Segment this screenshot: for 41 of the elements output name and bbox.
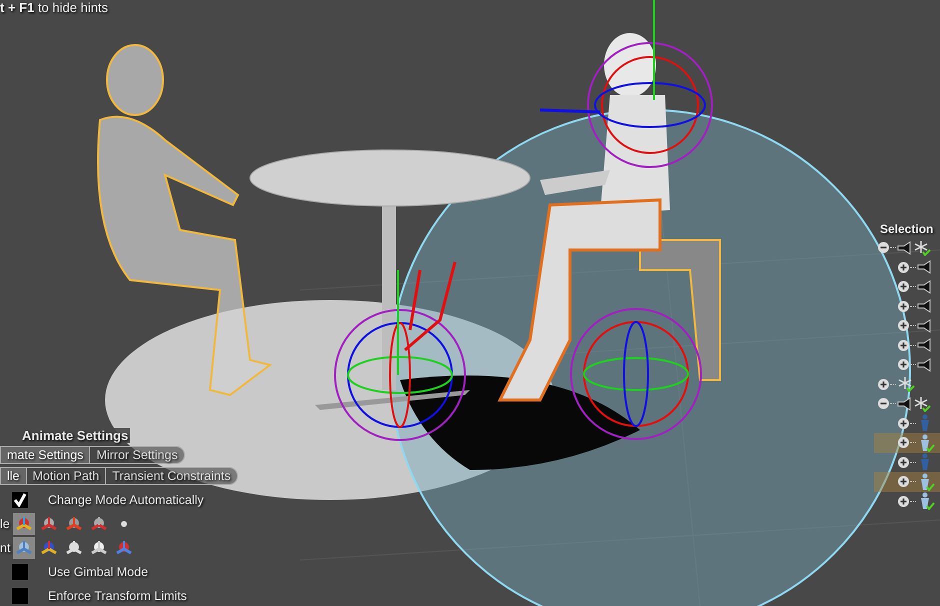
- option-label: Change Mode Automatically: [48, 493, 204, 507]
- expand-icon[interactable]: [898, 476, 909, 488]
- option-label: Enforce Transform Limits: [48, 589, 187, 603]
- expand-icon[interactable]: [898, 300, 909, 312]
- star-check-icon: [913, 240, 931, 256]
- expand-icon[interactable]: [898, 359, 909, 370]
- speaker-icon: [917, 299, 933, 314]
- row-label: nt: [0, 541, 10, 555]
- checkbox[interactable]: [12, 588, 28, 604]
- expand-icon[interactable]: [898, 320, 909, 332]
- tab[interactable]: lle: [0, 467, 27, 485]
- hint-text: t + F1 to hide hints: [0, 0, 108, 15]
- expand-icon[interactable]: [898, 496, 909, 507]
- star-check-icon: [913, 396, 931, 412]
- tab[interactable]: Motion Path: [26, 467, 106, 485]
- checkbox[interactable]: [12, 564, 28, 580]
- expand-icon[interactable]: [898, 456, 909, 468]
- speaker-icon: [897, 240, 913, 255]
- speaker-icon: [917, 358, 933, 372]
- speaker-icon: [917, 318, 933, 333]
- checkbox[interactable]: [12, 492, 28, 508]
- expand-icon[interactable]: [898, 262, 909, 273]
- panel-title: Animate Settings: [20, 428, 130, 443]
- star-check-icon: [897, 376, 915, 392]
- collapse-icon[interactable]: [878, 398, 889, 410]
- expand-icon[interactable]: [898, 281, 909, 292]
- tab[interactable]: Transient Constraints: [105, 467, 238, 485]
- expand-icon[interactable]: [898, 340, 909, 351]
- option-label: Use Gimbal Mode: [48, 565, 148, 579]
- expand-icon[interactable]: [898, 437, 909, 448]
- expand-icon[interactable]: [898, 418, 909, 429]
- speaker-icon: [917, 338, 933, 352]
- collapse-icon[interactable]: [878, 242, 889, 254]
- speaker-icon: [917, 280, 933, 294]
- panel-title: Selection: [879, 222, 934, 236]
- expand-icon[interactable]: [878, 378, 889, 390]
- speaker-icon: [897, 396, 913, 411]
- tab[interactable]: mate Settings: [0, 446, 90, 464]
- tab[interactable]: Mirror Settings: [89, 446, 185, 464]
- row-label: le: [0, 517, 10, 531]
- speaker-icon: [917, 260, 933, 274]
